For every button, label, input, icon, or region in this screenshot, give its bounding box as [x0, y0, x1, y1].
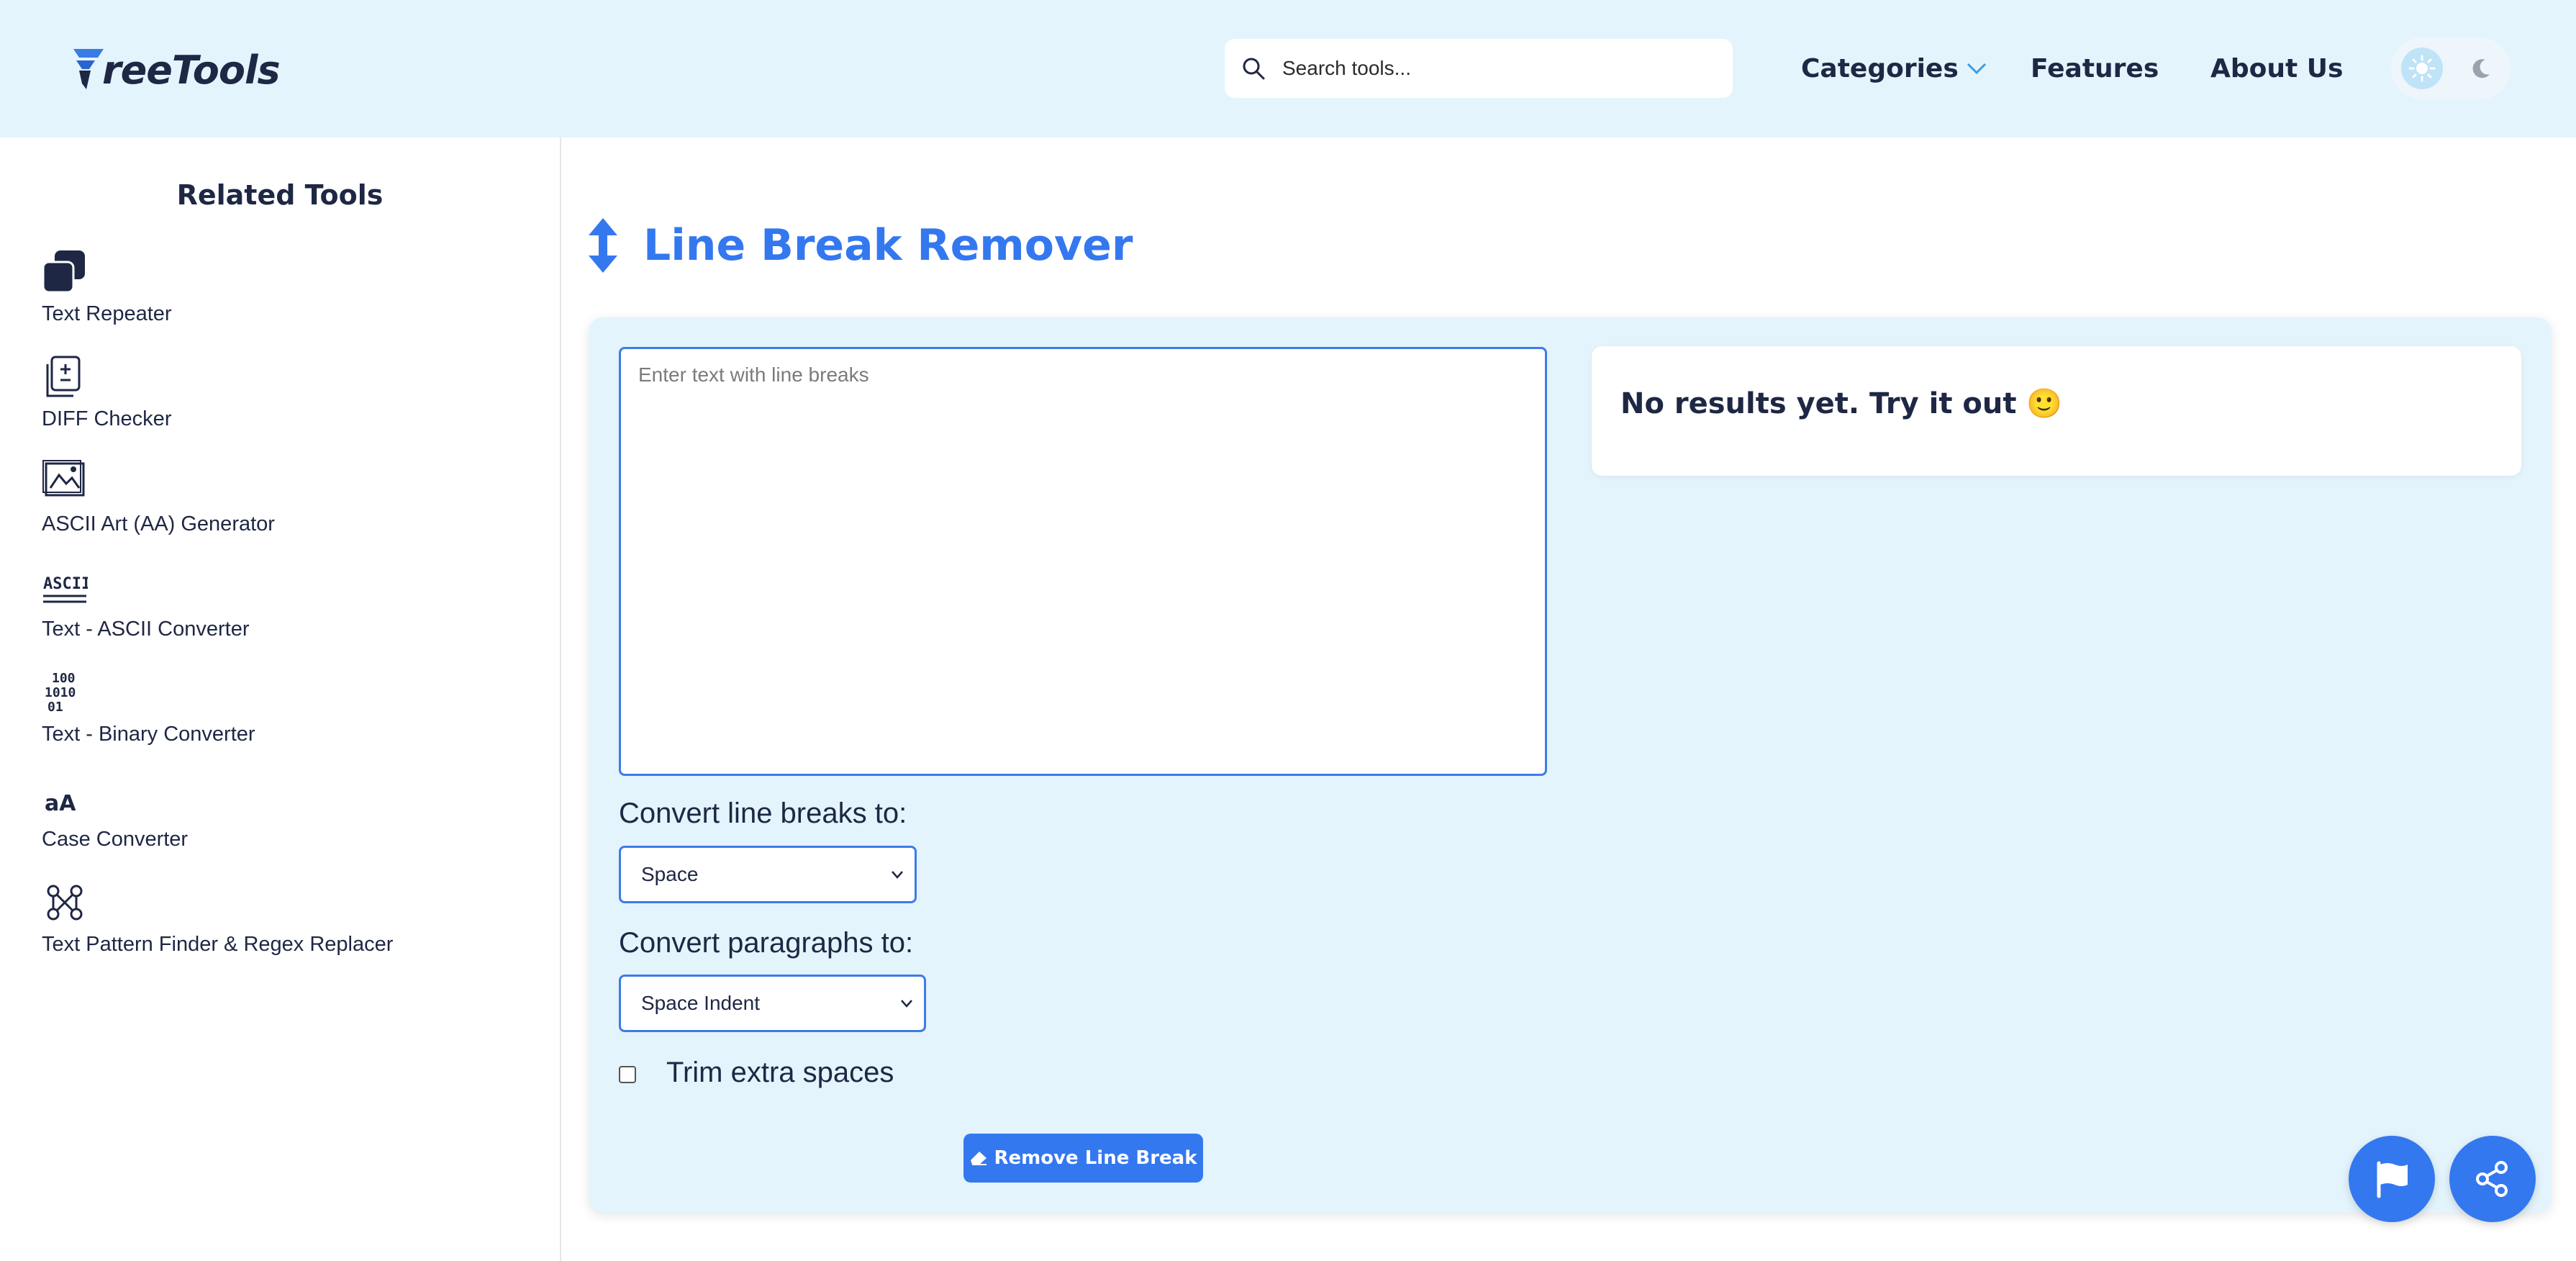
nav-about-us[interactable]: About Us: [2210, 50, 2343, 86]
svg-text:ASCII: ASCII: [43, 575, 88, 593]
sidebar-item-text-repeater[interactable]: Text Repeater: [42, 249, 172, 326]
line-breaks-select-value: Space: [641, 863, 699, 885]
nav-categories[interactable]: Categories: [1801, 50, 1987, 86]
svg-text:1010: 1010: [45, 685, 76, 700]
chevron-down-icon: [901, 1000, 912, 1008]
related-tools-title: Related Tools: [176, 179, 384, 211]
result-card: No results yet. Try it out 🙂: [1592, 346, 2521, 476]
flag-icon: [2377, 1161, 2408, 1198]
top-header: reeTools Categories Features About Us: [0, 0, 2576, 137]
copy-icon: [42, 250, 85, 294]
sidebar-item-regex-replacer[interactable]: Text Pattern Finder & Regex Replacer: [42, 880, 393, 957]
nav-features-label: Features: [2031, 53, 2159, 83]
case-icon: aA: [45, 791, 76, 816]
svg-text:01: 01: [47, 700, 63, 715]
sidebar-item-text-binary-converter[interactable]: 100 1010 01 Text - Binary Converter: [42, 669, 255, 746]
chevron-down-icon: [1967, 63, 1986, 75]
nav-categories-label: Categories: [1801, 53, 1959, 83]
sidebar-item-diff-checker[interactable]: DIFF Checker: [42, 354, 171, 431]
share-button[interactable]: [2449, 1136, 2536, 1222]
sidebar-item-label: Text - ASCII Converter: [42, 618, 250, 641]
result-text: No results yet. Try it out 🙂: [1620, 387, 2063, 420]
remove-line-break-button[interactable]: Remove Line Break: [963, 1134, 1203, 1183]
sidebar-item-label: Text Pattern Finder & Regex Replacer: [42, 933, 394, 956]
svg-text:aA: aA: [45, 791, 76, 816]
search-bar[interactable]: [1225, 39, 1733, 98]
logo-text: reeTools: [102, 47, 281, 93]
sidebar-item-label: Case Converter: [42, 828, 189, 851]
sidebar-item-ascii-art-generator[interactable]: ASCII Art (AA) Generator: [42, 459, 275, 536]
nav-features[interactable]: Features: [2031, 50, 2159, 86]
diff-document-icon: [46, 356, 81, 397]
search-input[interactable]: [1281, 56, 1715, 81]
sidebar-item-label: Text Repeater: [42, 302, 172, 325]
sun-icon[interactable]: [2401, 48, 2443, 89]
eraser-icon: [971, 1152, 987, 1165]
line-breaks-label: Convert line breaks to:: [619, 797, 907, 829]
paragraphs-select-value: Space Indent: [641, 992, 761, 1014]
search-icon: [1243, 58, 1265, 80]
vertical-arrows-icon: [589, 218, 617, 273]
sidebar-item-label: ASCII Art (AA) Generator: [42, 512, 275, 535]
related-tools-sidebar: Related Tools Text Repeater DIFF Checker…: [0, 137, 561, 1261]
page-title-row: Line Break Remover: [584, 213, 1133, 278]
binary-icon: 100 1010 01: [45, 671, 76, 715]
share-icon: [2476, 1161, 2508, 1197]
chevron-down-icon: [892, 871, 903, 879]
paragraphs-select[interactable]: Space Indent: [619, 975, 926, 1032]
regex-pattern-icon: [47, 885, 83, 921]
ascii-icon: ASCII: [43, 575, 88, 603]
sidebar-item-label: DIFF Checker: [42, 407, 172, 430]
svg-text:100: 100: [52, 671, 76, 686]
theme-toggle[interactable]: [2391, 37, 2511, 99]
logo[interactable]: reeTools: [72, 45, 281, 95]
sidebar-item-text-ascii-converter[interactable]: ASCII Text - ASCII Converter: [42, 564, 250, 641]
ascii-art-icon: [42, 460, 85, 497]
paragraphs-label: Convert paragraphs to:: [619, 927, 914, 959]
report-flag-button[interactable]: [2349, 1136, 2435, 1222]
trim-spaces-label[interactable]: Trim extra spaces: [666, 1057, 894, 1089]
nav-about-label: About Us: [2210, 53, 2344, 83]
moon-icon[interactable]: [2463, 50, 2499, 86]
trim-spaces-checkbox[interactable]: [619, 1066, 636, 1083]
line-breaks-select[interactable]: Space: [619, 846, 917, 903]
sidebar-item-case-converter[interactable]: aA Case Converter: [42, 774, 188, 851]
remove-line-break-label: Remove Line Break: [994, 1147, 1197, 1169]
page-title: Line Break Remover: [643, 220, 1133, 271]
logo-mark-icon: [73, 49, 104, 89]
sidebar-item-label: Text - Binary Converter: [42, 723, 255, 746]
input-textarea[interactable]: [619, 347, 1547, 776]
